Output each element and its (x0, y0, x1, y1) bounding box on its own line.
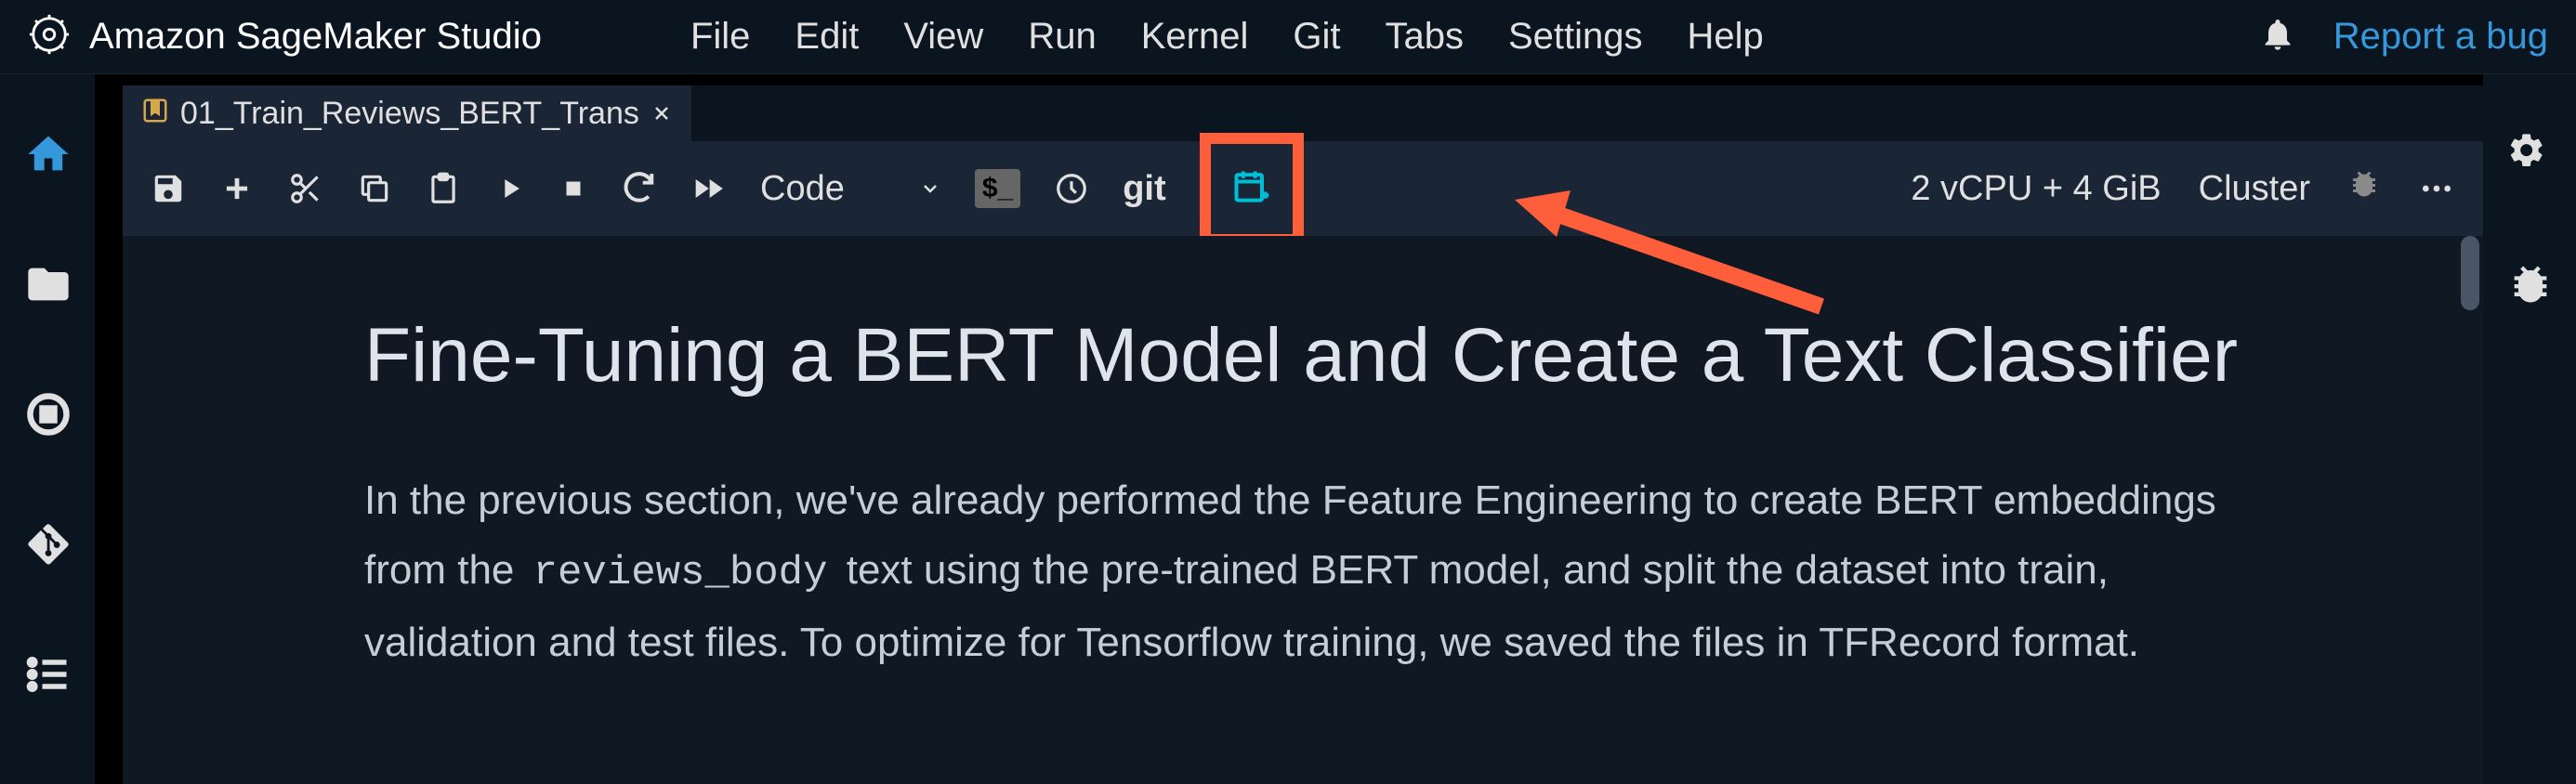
menu-tabs[interactable]: Tabs (1385, 16, 1464, 58)
menu-settings[interactable]: Settings (1508, 16, 1643, 58)
restart-icon[interactable] (621, 171, 656, 206)
terminal-icon[interactable]: $_ (975, 169, 1020, 208)
main-content: 01_Train_Reviews_BERT_Trans (0, 74, 2576, 784)
notebook-content: Fine-Tuning a BERT Model and Create a Te… (123, 236, 2483, 784)
running-icon[interactable] (24, 390, 71, 437)
gears-icon[interactable] (2506, 130, 2553, 176)
app-title-section: Amazon SageMaker Studio (28, 13, 542, 60)
add-cell-icon[interactable] (219, 171, 255, 206)
toolbar-right: 2 vCPU + 4 GiB Cluster (1911, 167, 2455, 210)
paste-icon[interactable] (426, 171, 461, 206)
stop-icon[interactable] (559, 175, 587, 203)
menu-run[interactable]: Run (1028, 16, 1096, 58)
menu-view[interactable]: View (903, 16, 983, 58)
save-icon[interactable] (151, 171, 186, 206)
notifications-bell-icon[interactable] (2259, 16, 2296, 58)
git-icon[interactable] (24, 520, 71, 567)
code-inline: reviews_body (526, 548, 835, 598)
clock-icon[interactable] (1054, 171, 1089, 206)
menu-file[interactable]: File (690, 16, 750, 58)
chevron-down-icon (919, 169, 941, 209)
left-sidebar (0, 74, 95, 784)
cell-type-label: Code (760, 169, 845, 209)
sagemaker-logo-icon (28, 13, 71, 60)
report-bug-link[interactable]: Report a bug (2333, 16, 2548, 58)
toc-icon[interactable] (24, 650, 71, 697)
notebook-paragraph: In the previous section, we've already p… (364, 466, 2260, 677)
top-right-section: Report a bug (2259, 16, 2548, 58)
menu-git[interactable]: Git (1293, 16, 1340, 58)
top-menu-bar: Amazon SageMaker Studio File Edit View R… (0, 0, 2576, 74)
home-icon[interactable] (24, 130, 71, 176)
bug-icon[interactable] (2347, 167, 2381, 210)
app-title: Amazon SageMaker Studio (89, 16, 542, 58)
tab-name: 01_Train_Reviews_BERT_Trans (180, 96, 639, 132)
menu-help[interactable]: Help (1687, 16, 1763, 58)
more-icon[interactable] (2418, 170, 2455, 207)
copy-icon[interactable] (357, 171, 392, 206)
scrollbar-thumb[interactable] (2461, 236, 2479, 310)
notebook-toolbar: Code $_ git (123, 141, 2483, 236)
notebook-heading: Fine-Tuning a BERT Model and Create a Te… (364, 310, 2260, 401)
run-icon[interactable] (494, 173, 526, 204)
folder-icon[interactable] (24, 260, 71, 307)
cell-type-dropdown[interactable]: Code (760, 169, 941, 209)
schedule-notebook-icon[interactable] (1231, 166, 1272, 212)
schedule-highlight-annotation (1200, 133, 1304, 245)
tab-notebook[interactable]: 01_Train_Reviews_BERT_Trans (123, 85, 691, 141)
cut-icon[interactable] (288, 171, 323, 206)
tab-close-icon[interactable] (651, 100, 673, 126)
center-area: 01_Train_Reviews_BERT_Trans (95, 74, 2483, 784)
compute-label[interactable]: 2 vCPU + 4 GiB (1911, 169, 2161, 209)
bookmark-icon (141, 97, 169, 131)
menu-items: File Edit View Run Kernel Git Tabs Setti… (690, 16, 1764, 58)
menu-kernel[interactable]: Kernel (1141, 16, 1249, 58)
cluster-label[interactable]: Cluster (2199, 169, 2310, 209)
menu-edit[interactable]: Edit (795, 16, 859, 58)
fast-forward-icon[interactable] (690, 170, 727, 207)
right-sidebar (2483, 74, 2576, 784)
debug-icon[interactable] (2506, 260, 2553, 307)
git-toolbar-label[interactable]: git (1123, 169, 1165, 209)
